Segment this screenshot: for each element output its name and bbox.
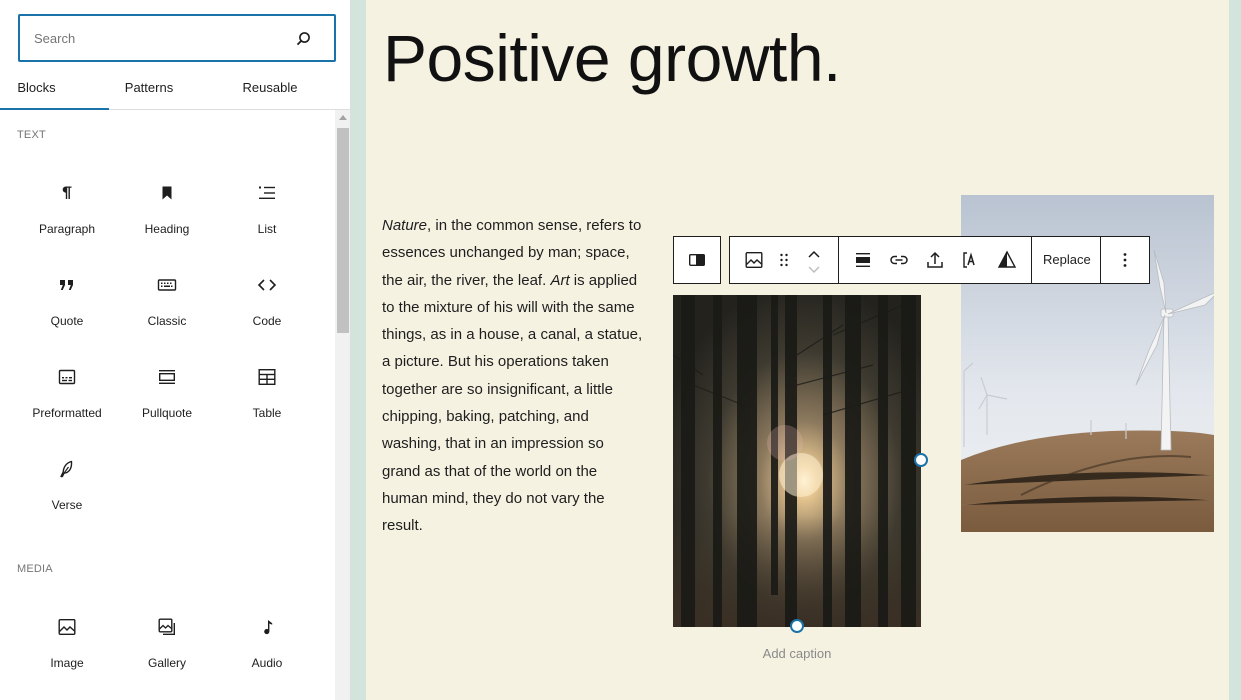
block-preformatted[interactable]: Preformatted <box>17 355 117 435</box>
gallery-icon <box>158 618 175 635</box>
editor-canvas: Positive growth. Nature, in the common s… <box>366 0 1229 700</box>
paragraph-text-2: is applied to the mixture of his will wi… <box>382 271 643 535</box>
block-table[interactable]: Table <box>217 355 317 435</box>
code-icon <box>257 279 277 291</box>
image-icon <box>58 618 76 636</box>
block-inserter-panel: Search Blocks Patterns Reusable TEXT Par… <box>0 0 351 700</box>
block-toolbar: Replace <box>729 236 1150 284</box>
pullquote-icon <box>158 370 176 384</box>
quote-icon <box>60 280 73 290</box>
tab-blocks-label: Blocks <box>17 80 56 95</box>
toolbar-divider <box>838 237 839 283</box>
table-icon <box>258 368 276 386</box>
block-verse[interactable]: Verse <box>17 447 117 527</box>
scroll-up-arrow-icon[interactable] <box>339 115 347 120</box>
block-heading[interactable]: Heading <box>117 171 217 251</box>
paragraph-block[interactable]: Nature, in the common sense, refers to e… <box>382 212 644 540</box>
block-label: Code <box>252 314 282 328</box>
block-label: List <box>257 222 277 236</box>
block-paragraph[interactable]: Paragraph <box>17 171 117 251</box>
block-pullquote[interactable]: Pullquote <box>117 355 217 435</box>
block-label: Pullquote <box>141 406 193 420</box>
align-icon[interactable] <box>851 248 875 272</box>
text-overlay-icon[interactable] <box>959 248 983 272</box>
block-label: Heading <box>144 222 190 236</box>
tab-reusable[interactable]: Reusable <box>230 66 310 110</box>
search-placeholder: Search <box>34 31 76 46</box>
caption-placeholder[interactable]: Add caption <box>673 646 921 661</box>
tab-reusable-label: Reusable <box>242 80 298 95</box>
tab-patterns[interactable]: Patterns <box>109 66 189 110</box>
music-note-icon <box>264 620 273 635</box>
block-audio[interactable]: Audio <box>217 605 317 685</box>
resize-handle-right[interactable] <box>914 453 928 467</box>
block-label: Preformatted <box>32 406 102 420</box>
post-title[interactable]: Positive growth. <box>383 20 841 96</box>
block-list-item[interactable]: List <box>217 171 317 251</box>
drag-handle-icon[interactable] <box>772 248 796 272</box>
forest-image[interactable] <box>673 295 921 627</box>
block-list: TEXT Paragraph Heading List Quote Classi… <box>0 110 335 700</box>
toolbar-divider <box>1031 237 1032 283</box>
category-title-media: MEDIA <box>17 563 53 575</box>
duotone-icon[interactable] <box>995 248 1019 272</box>
block-label: Table <box>252 406 282 420</box>
block-code[interactable]: Code <box>217 263 317 343</box>
italic-art: Art <box>550 271 570 289</box>
replace-button[interactable]: Replace <box>1043 252 1091 267</box>
heading-bookmark-icon <box>162 186 172 200</box>
paragraph-icon <box>62 186 72 199</box>
feather-icon <box>60 460 73 478</box>
block-image[interactable]: Image <box>17 605 117 685</box>
inserter-scrollbar[interactable] <box>335 110 350 700</box>
search-icon[interactable] <box>294 30 312 48</box>
block-label: Verse <box>51 498 83 512</box>
block-quote[interactable]: Quote <box>17 263 117 343</box>
resize-handle-bottom[interactable] <box>790 619 804 633</box>
italic-nature: Nature <box>382 217 428 234</box>
category-title-text: TEXT <box>17 129 46 141</box>
block-label: Audio <box>251 656 283 670</box>
search-input[interactable]: Search <box>18 14 336 62</box>
toolbar-parent-selector[interactable] <box>673 236 721 284</box>
link-icon[interactable] <box>887 248 911 272</box>
tab-patterns-label: Patterns <box>124 80 174 95</box>
more-options-icon[interactable] <box>1113 248 1137 272</box>
block-gallery[interactable]: Gallery <box>117 605 217 685</box>
toolbar-divider <box>1100 237 1101 283</box>
inserter-tabs: Blocks Patterns Reusable <box>0 66 350 110</box>
block-label: Quote <box>50 314 84 328</box>
columns-icon <box>688 253 706 267</box>
list-icon <box>259 186 275 199</box>
tab-blocks[interactable]: Blocks <box>0 66 109 110</box>
forest-photo <box>673 295 921 627</box>
preformatted-icon <box>58 369 76 385</box>
move-down-icon[interactable] <box>802 257 826 281</box>
block-label: Classic <box>147 314 187 328</box>
block-label: Image <box>50 656 84 670</box>
block-label: Gallery <box>147 656 186 670</box>
image-block-icon[interactable] <box>742 248 766 272</box>
block-classic[interactable]: Classic <box>117 263 217 343</box>
scrollbar-thumb[interactable] <box>337 128 349 333</box>
keyboard-icon <box>157 279 177 291</box>
upload-icon[interactable] <box>923 248 947 272</box>
block-label: Paragraph <box>38 222 96 236</box>
